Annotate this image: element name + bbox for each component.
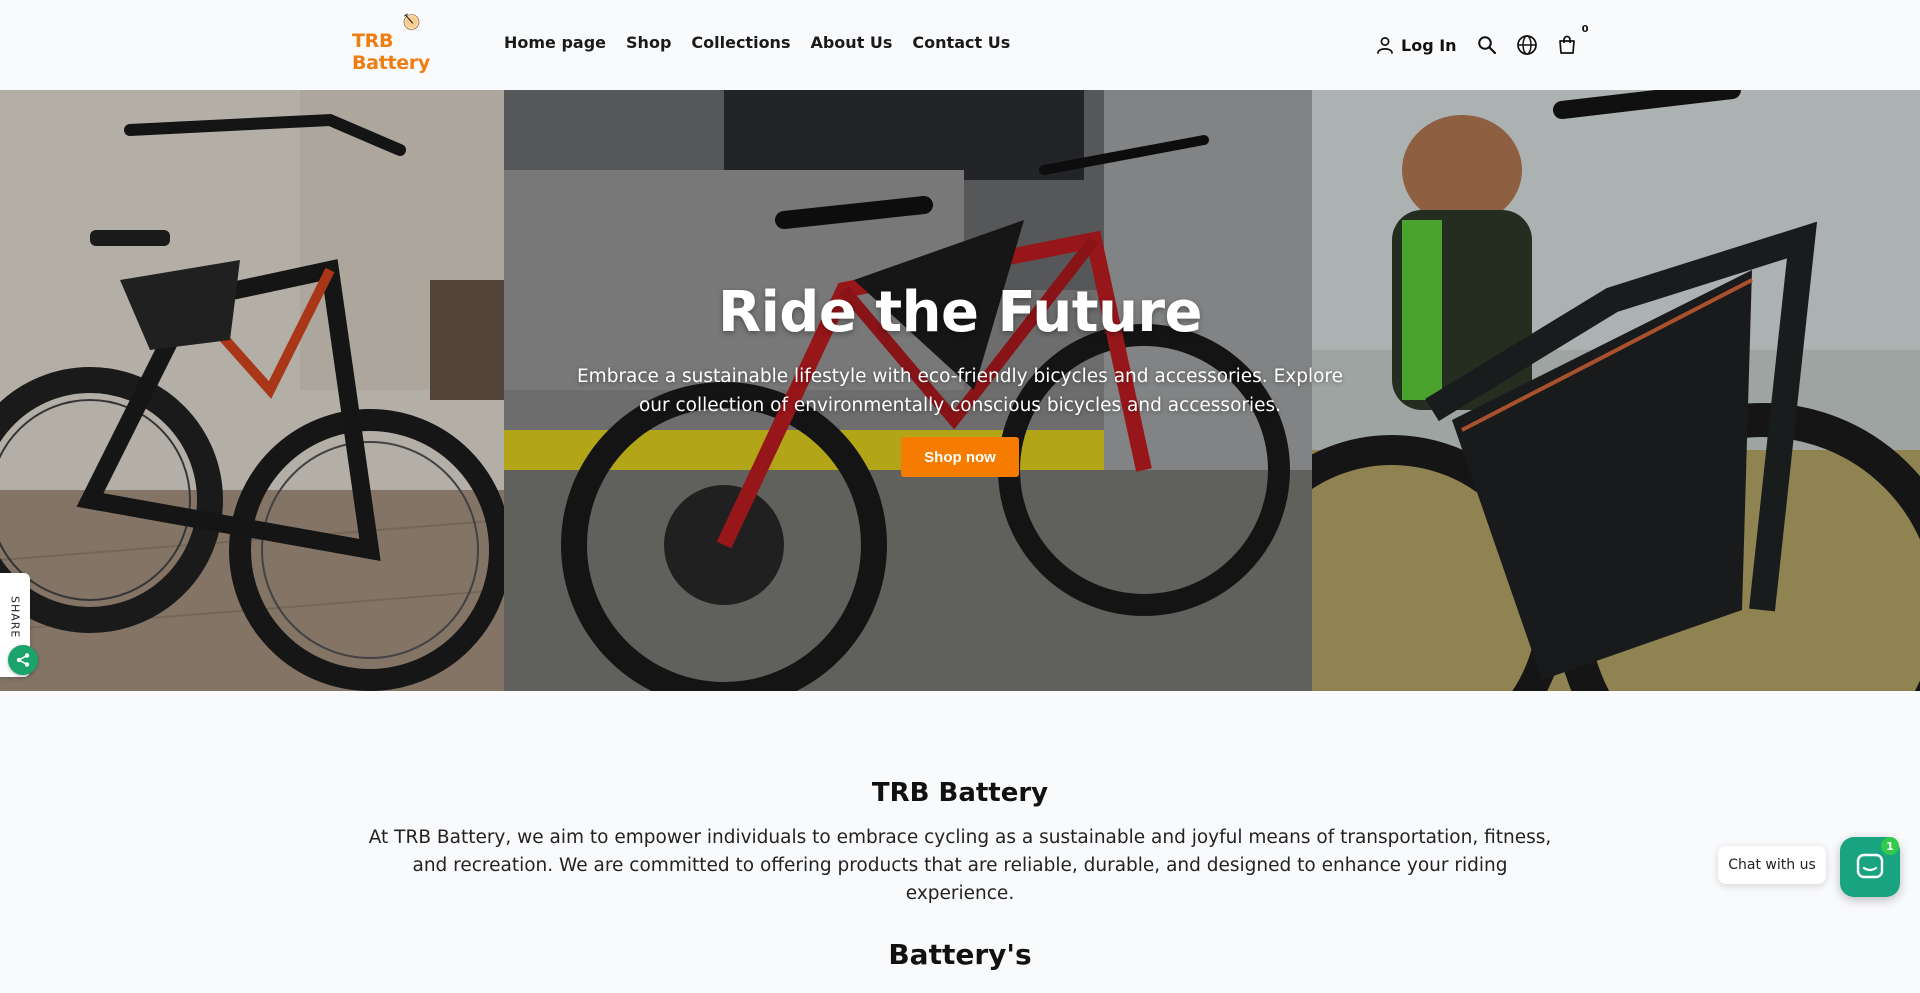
brand-name: TRB Battery	[352, 30, 431, 74]
about-text: At TRB Battery, we aim to empower indivi…	[368, 827, 1552, 904]
search-button[interactable]	[1475, 33, 1499, 57]
brand-logo[interactable]: TRB Battery	[352, 12, 470, 74]
chat-icon	[1856, 853, 1884, 879]
batteries-section-title: Battery's	[888, 938, 1032, 971]
chat-with-us-label[interactable]: Chat with us	[1718, 846, 1826, 884]
hero-title: Ride the Future	[717, 280, 1203, 345]
login-link[interactable]: Log In	[1375, 35, 1457, 55]
login-label: Log In	[1401, 35, 1457, 55]
globe-icon	[1516, 35, 1537, 55]
share-icon	[16, 653, 30, 667]
about-title: TRB Battery	[871, 778, 1049, 808]
nav-item-home[interactable]: Home page	[504, 33, 606, 52]
chat-unread-badge: 1	[1881, 837, 1899, 855]
language-button[interactable]	[1515, 33, 1539, 57]
main-nav: Home page Shop Collections About Us Cont…	[504, 33, 1030, 52]
nav-item-about[interactable]: About Us	[810, 33, 892, 52]
hero-banner: Ride the Future Embrace a sustainable li…	[0, 90, 1920, 691]
search-icon	[1477, 36, 1496, 55]
user-icon	[1377, 37, 1393, 54]
cart-count: 0	[1581, 24, 1589, 35]
site-header: TRB Battery Home page Shop Collections A…	[0, 0, 1920, 90]
shop-now-button[interactable]: Shop now	[901, 437, 1019, 477]
share-label: SHARE	[8, 595, 22, 639]
nav-item-contact[interactable]: Contact Us	[912, 33, 1010, 52]
header-actions: Log In 0	[1375, 24, 1595, 60]
cart-button[interactable]: 0	[1555, 24, 1589, 57]
cart-icon	[1558, 35, 1575, 54]
hero-description: Embrace a sustainable lifestyle with eco…	[576, 366, 1343, 416]
logo-emblem-icon	[401, 13, 422, 31]
nav-item-collections[interactable]: Collections	[691, 33, 790, 52]
nav-item-shop[interactable]: Shop	[626, 33, 671, 52]
share-button[interactable]	[8, 645, 38, 675]
